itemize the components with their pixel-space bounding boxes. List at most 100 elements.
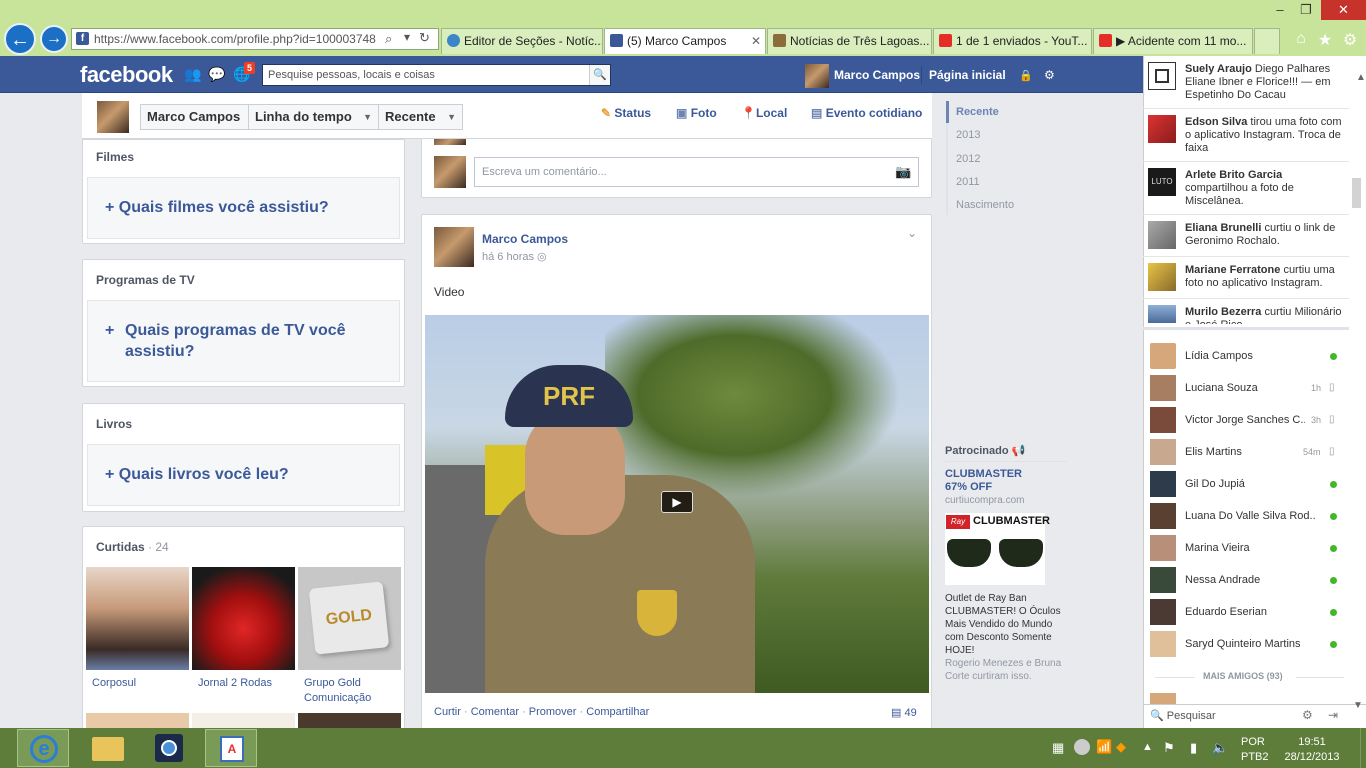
ad-image[interactable]: Ray CLUBMASTER	[945, 513, 1050, 585]
home-icon[interactable]: ⌂	[1291, 30, 1311, 48]
like-thumbnail[interactable]	[192, 713, 295, 728]
ticker-scrollbar[interactable]	[1352, 178, 1361, 208]
minimize-button[interactable]: –	[1266, 0, 1294, 20]
ticker-photo[interactable]	[1148, 62, 1176, 90]
close-tab-icon[interactable]: ✕	[751, 29, 761, 53]
tray-signal-icon[interactable]: ▮	[1190, 740, 1197, 756]
chat-options-gear-icon[interactable]: ⚙	[1302, 708, 1313, 722]
clock[interactable]: 19:51 28/12/2013	[1282, 735, 1342, 765]
post-timestamp[interactable]: há 6 horas ◎	[482, 250, 547, 263]
corposul-thumbnail[interactable]	[86, 567, 189, 670]
ticker-item[interactable]: Suely Araujo Diego Palhares Eliane Ibner…	[1185, 63, 1345, 102]
restore-button[interactable]: ❐	[1292, 0, 1320, 20]
refresh-icon[interactable]: ↻	[419, 30, 430, 46]
ticker-photo[interactable]: LUTO	[1148, 168, 1176, 196]
share-link[interactable]: Compartilhar	[586, 706, 649, 718]
ticker-item[interactable]: Arlete Brito Garcia compartilhou a foto …	[1185, 169, 1345, 208]
ticker-item[interactable]: Edson Silva tirou uma foto com o aplicat…	[1185, 116, 1345, 155]
facebook-search-input[interactable]: Pesquise pessoas, locais e coisas	[262, 64, 611, 86]
back-icon[interactable]: ←	[4, 23, 36, 55]
grupo-gold-thumbnail[interactable]: GOLD	[298, 567, 401, 670]
composer-place[interactable]: 📍Local	[741, 106, 787, 120]
timeline-dropdown[interactable]: Linha do tempo ▼	[248, 104, 379, 130]
post-author-avatar[interactable]	[434, 227, 474, 267]
tab-noticias-tres-lagoas[interactable]: Notícias de Três Lagoas...	[767, 28, 932, 54]
comments-count[interactable]: ▤ 49	[891, 706, 917, 719]
tray-app-icon[interactable]	[1074, 739, 1090, 755]
chat-friend[interactable]: Luciana Souza	[1185, 382, 1258, 394]
tray-show-hidden-icon[interactable]: ▲	[1142, 741, 1153, 753]
profile-link[interactable]: Marco Campos	[834, 68, 920, 82]
forward-icon[interactable]: →	[40, 25, 68, 53]
favorites-star-icon[interactable]: ★	[1315, 30, 1335, 50]
chat-search[interactable]: 🔍 Pesquisar	[1150, 709, 1216, 722]
timeline-recent[interactable]: Recente	[956, 106, 999, 118]
comment-link[interactable]: Comentar	[471, 706, 519, 718]
tab-youtube-enviados[interactable]: 1 de 1 enviados - YouT...	[933, 28, 1092, 54]
timeline-2012[interactable]: 2012	[956, 153, 980, 165]
ticker-item[interactable]: Mariane Ferratone curtiu uma foto no apl…	[1185, 264, 1345, 290]
close-window-button[interactable]: ✕	[1321, 0, 1366, 20]
promote-link[interactable]: Promover	[529, 706, 577, 718]
chat-friend[interactable]: Eduardo Eserian	[1185, 606, 1267, 618]
ticker-photo[interactable]	[1148, 115, 1176, 143]
like-corposul[interactable]: Corposul	[92, 676, 136, 691]
new-tab-button[interactable]	[1254, 28, 1280, 54]
tray-wireless-icon[interactable]: 📶	[1096, 739, 1112, 755]
scroll-up-icon[interactable]: ▲	[1356, 72, 1366, 83]
ticker-photo[interactable]	[1148, 305, 1176, 323]
privacy-lock-icon[interactable]: 🔒	[1019, 69, 1033, 82]
app-taskbar-button[interactable]	[144, 729, 196, 767]
recent-dropdown[interactable]: Recente ▼	[378, 104, 463, 130]
ticker-divider[interactable]	[1143, 327, 1349, 330]
chat-friend[interactable]: Elis Martins	[1185, 446, 1242, 458]
tab-acidente[interactable]: ▶ Acidente com 11 mo...	[1093, 28, 1253, 54]
tray-alert-icon[interactable]: ◆	[1116, 739, 1126, 755]
user-avatar[interactable]	[805, 64, 829, 88]
ad-title[interactable]: CLUBMASTER	[945, 468, 1022, 480]
show-desktop-button[interactable]	[1360, 728, 1366, 768]
add-books-link[interactable]: + Quais livros você leu?	[105, 464, 289, 485]
dropdown-icon[interactable]: ▾	[404, 30, 410, 44]
like-grupo-gold[interactable]: Grupo Gold Comunicação	[304, 676, 396, 706]
post-author-name[interactable]: Marco Campos	[482, 232, 568, 246]
internet-explorer-taskbar-button[interactable]: e	[17, 729, 69, 767]
address-bar[interactable]: f https://www.facebook.com/profile.php?i…	[71, 28, 439, 50]
home-link[interactable]: Página inicial	[929, 68, 1006, 82]
composer-life-event[interactable]: ▤ Evento cotidiano	[811, 106, 922, 120]
chat-friend[interactable]: Lídia Campos	[1185, 350, 1253, 362]
jornal-2-rodas-thumbnail[interactable]	[192, 567, 295, 670]
profile-thumbnail[interactable]	[97, 101, 129, 133]
chat-friend[interactable]: Nessa Andrade	[1185, 574, 1260, 586]
video-player[interactable]: PRF ▶	[425, 315, 929, 693]
tray-network-icon[interactable]: ▦	[1052, 740, 1064, 756]
ticker-photo[interactable]	[1148, 221, 1176, 249]
account-gear-icon[interactable]: ⚙	[1044, 68, 1055, 82]
camera-icon[interactable]: 📷	[895, 164, 911, 180]
facebook-logo[interactable]: facebook	[80, 62, 173, 88]
like-thumbnail[interactable]	[86, 713, 189, 728]
add-movies-link[interactable]: + Quais filmes você assistiu?	[105, 197, 329, 218]
like-jornal-2-rodas[interactable]: Jornal 2 Rodas	[198, 676, 272, 691]
composer-status[interactable]: ✎ Status	[601, 106, 651, 120]
hide-sidebar-icon[interactable]: ⇥	[1328, 708, 1338, 722]
ticker-item[interactable]: Murilo Bezerra curtiu Milionário e José …	[1185, 306, 1345, 324]
timeline-2011[interactable]: 2011	[956, 176, 980, 188]
document-taskbar-button[interactable]: A	[205, 729, 257, 767]
friend-requests-icon[interactable]: 👥	[184, 66, 202, 84]
timeline-2013[interactable]: 2013	[956, 129, 980, 141]
chat-friend[interactable]: Luana Do Valle Silva Rod...	[1185, 510, 1315, 522]
like-thumbnail[interactable]	[298, 713, 401, 728]
comment-input[interactable]: Escreva um comentário...	[474, 157, 919, 187]
ad-domain[interactable]: curtiucompra.com	[945, 495, 1024, 506]
search-icon[interactable]: 🔍	[589, 65, 610, 85]
tray-volume-icon[interactable]: 🔈	[1212, 740, 1228, 756]
like-link[interactable]: Curtir	[434, 706, 461, 718]
scroll-down-icon[interactable]: ▼	[1353, 700, 1363, 711]
chat-friend[interactable]: Gil Do Jupiá	[1185, 478, 1245, 490]
tab-editor-secoes[interactable]: Editor de Seções - Notíc...	[441, 28, 603, 54]
tv-question[interactable]: Quais programas de TV você assistiu?	[125, 320, 375, 362]
settings-gear-icon[interactable]: ⚙	[1340, 30, 1360, 50]
search-icon[interactable]: ⌕	[385, 31, 392, 47]
ticker-item[interactable]: Eliana Brunelli curtiu o link de Geronim…	[1185, 222, 1345, 248]
